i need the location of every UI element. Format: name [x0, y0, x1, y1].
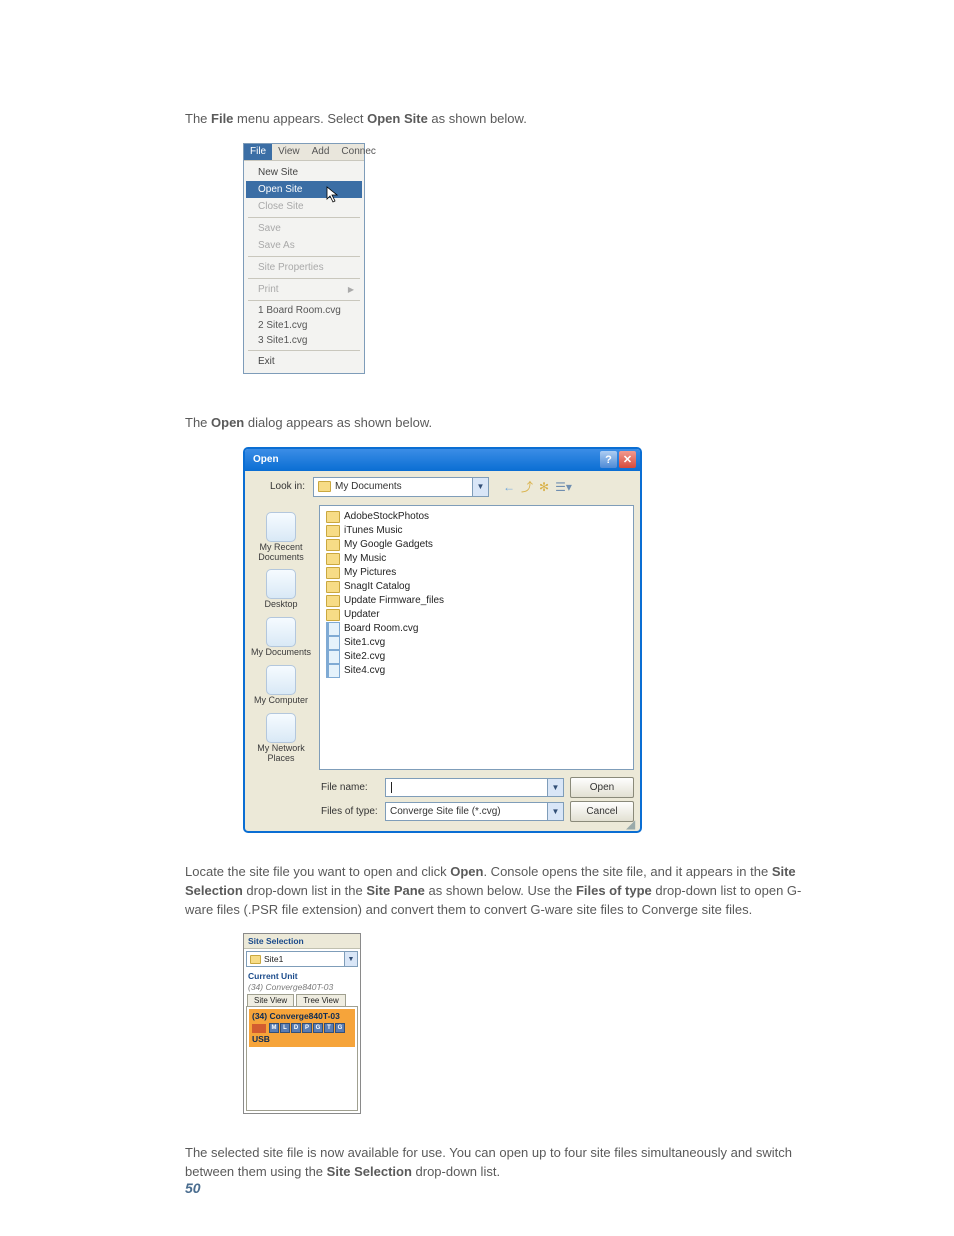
folder-icon: [326, 567, 340, 579]
badge: L: [280, 1023, 290, 1033]
folder-item[interactable]: AdobeStockPhotos: [326, 510, 627, 524]
folder-item[interactable]: SnagIt Catalog: [326, 580, 627, 594]
menubar: File View Add Connec: [244, 144, 364, 161]
folder-icon: [326, 581, 340, 593]
places-bar: My Recent Documents Desktop My Documents…: [245, 503, 317, 770]
lookin-select[interactable]: My Documents ▼: [313, 477, 489, 497]
site-select-dropdown[interactable]: Site1 ▼: [246, 951, 358, 967]
file-menu-screenshot: File View Add Connec New Site Open Site …: [243, 143, 365, 374]
new-folder-icon[interactable]: ✻: [539, 480, 549, 494]
resize-grip-icon[interactable]: ◢: [626, 817, 638, 829]
menu-exit[interactable]: Exit: [244, 353, 364, 370]
cvg-file-icon: [326, 664, 340, 678]
menu-save-as: Save As: [244, 237, 364, 254]
folder-icon: [250, 955, 261, 964]
current-unit-value: (34) Converge840T-03: [244, 982, 360, 994]
tab-tree-view[interactable]: Tree View: [296, 994, 346, 1006]
badge: D: [291, 1023, 301, 1033]
place-recent[interactable]: My Recent Documents: [249, 509, 313, 563]
usb-label: USB: [252, 1034, 352, 1044]
file-item[interactable]: Site4.cvg: [326, 664, 627, 678]
file-list[interactable]: AdobeStockPhotos iTunes Music My Google …: [319, 505, 634, 770]
menubar-file[interactable]: File: [244, 144, 272, 160]
cancel-button[interactable]: Cancel: [570, 801, 634, 822]
instruction-text-3: Locate the site file you want to open an…: [185, 863, 829, 920]
recent-file-2[interactable]: 2 Site1.cvg: [244, 318, 364, 333]
folder-item[interactable]: My Google Gadgets: [326, 538, 627, 552]
instruction-text-1: The File menu appears. Select Open Site …: [185, 110, 829, 129]
badge: G: [313, 1023, 323, 1033]
folder-icon: [326, 525, 340, 537]
page-number: 50: [185, 1180, 201, 1196]
menu-print: Print ▶: [244, 281, 364, 298]
device-icon: [252, 1024, 266, 1033]
badge: P: [302, 1023, 312, 1033]
place-mycomputer[interactable]: My Computer: [249, 662, 313, 706]
current-unit-label: Current Unit: [244, 969, 360, 982]
cvg-file-icon: [326, 650, 340, 664]
folder-icon: [326, 553, 340, 565]
recent-file-3[interactable]: 3 Site1.cvg: [244, 333, 364, 348]
cvg-file-icon: [326, 636, 340, 650]
dropdown-arrow-icon[interactable]: ▼: [547, 779, 563, 796]
file-item[interactable]: Board Room.cvg: [326, 622, 627, 636]
cvg-file-icon: [326, 622, 340, 636]
filename-input[interactable]: ▼: [385, 778, 564, 797]
filetype-select[interactable]: Converge Site file (*.cvg) ▼: [385, 802, 564, 821]
badge: M: [269, 1023, 279, 1033]
site-pane-screenshot: Site Selection Site1 ▼ Current Unit (34)…: [243, 933, 361, 1114]
file-item[interactable]: Site1.cvg: [326, 636, 627, 650]
site-tree: (34) Converge840T-03 M L D P G T G USB: [246, 1006, 358, 1111]
folder-icon: [326, 511, 340, 523]
close-button[interactable]: ✕: [619, 451, 636, 468]
tab-site-view[interactable]: Site View: [247, 994, 294, 1006]
up-icon[interactable]: ⤴: [521, 478, 533, 495]
menu-site-properties: Site Properties: [244, 259, 364, 276]
recent-file-1[interactable]: 1 Board Room.cvg: [244, 303, 364, 318]
help-button[interactable]: ?: [600, 451, 617, 468]
instruction-text-2: The Open dialog appears as shown below.: [185, 414, 829, 433]
filetype-label: Files of type:: [321, 806, 379, 817]
device-badges: M L D P G T G: [252, 1023, 352, 1033]
device-item[interactable]: (34) Converge840T-03 M L D P G T G USB: [249, 1009, 355, 1047]
folder-icon: [326, 539, 340, 551]
badge: T: [324, 1023, 334, 1033]
views-icon[interactable]: ☰▾: [555, 480, 572, 494]
badge: G: [335, 1023, 345, 1033]
folder-icon: [318, 481, 331, 492]
dropdown-arrow-icon[interactable]: ▼: [344, 952, 357, 966]
dropdown-arrow-icon[interactable]: ▼: [547, 803, 563, 820]
dialog-title: Open: [253, 454, 279, 465]
folder-item[interactable]: Update Firmware_files: [326, 594, 627, 608]
open-dialog-screenshot: Open ? ✕ Look in: My Documents ▼ ← ⤴ ✻ ☰…: [243, 447, 642, 833]
menubar-connect[interactable]: Connec: [335, 144, 381, 160]
menu-new-site[interactable]: New Site: [244, 164, 364, 181]
file-item[interactable]: Site2.cvg: [326, 650, 627, 664]
folder-item[interactable]: My Pictures: [326, 566, 627, 580]
menubar-view[interactable]: View: [272, 144, 306, 160]
dialog-titlebar: Open ? ✕: [245, 449, 640, 471]
instruction-text-4: The selected site file is now available …: [185, 1144, 829, 1182]
place-network[interactable]: My Network Places: [249, 710, 313, 764]
folder-item[interactable]: iTunes Music: [326, 524, 627, 538]
submenu-arrow-icon: ▶: [348, 285, 354, 294]
dialog-nav-icons: ← ⤴ ✻ ☰▾: [503, 478, 572, 495]
place-mydocs[interactable]: My Documents: [249, 614, 313, 658]
folder-icon: [326, 609, 340, 621]
text-cursor-icon: [391, 782, 392, 793]
menu-close-site: Close Site: [244, 198, 364, 215]
back-icon[interactable]: ←: [503, 480, 515, 494]
menu-save: Save: [244, 220, 364, 237]
site-selection-header: Site Selection: [244, 934, 360, 949]
folder-item[interactable]: My Music: [326, 552, 627, 566]
menubar-add[interactable]: Add: [306, 144, 336, 160]
menu-open-site[interactable]: Open Site: [246, 181, 362, 198]
lookin-label: Look in:: [253, 481, 305, 492]
filename-label: File name:: [321, 782, 379, 793]
folder-item[interactable]: Updater: [326, 608, 627, 622]
folder-icon: [326, 595, 340, 607]
place-desktop[interactable]: Desktop: [249, 566, 313, 610]
dropdown-arrow-icon[interactable]: ▼: [472, 478, 488, 496]
open-button[interactable]: Open: [570, 777, 634, 798]
